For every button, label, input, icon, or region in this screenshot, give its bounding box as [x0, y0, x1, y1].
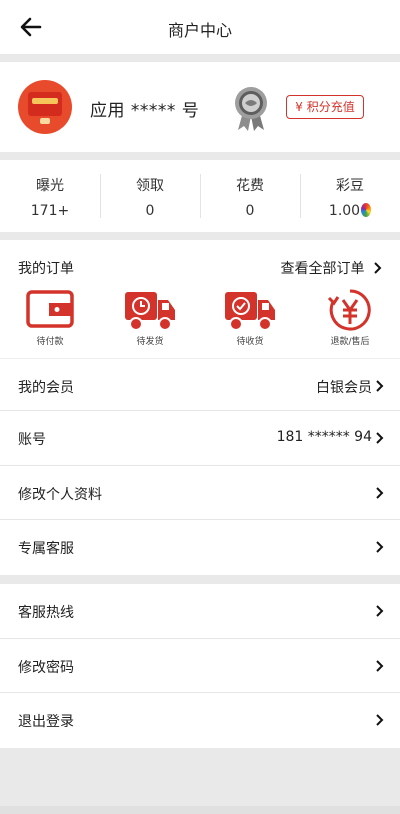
color-bean-icon: [361, 203, 372, 217]
stats-bar: 曝光 171+ 领取 0 花费 0 彩豆 1.00: [0, 160, 400, 232]
order-pending-receipt[interactable]: 待收货: [200, 288, 300, 347]
settings-menu: 客服热线 修改密码 退出登录: [0, 584, 400, 748]
menu-item-dedicated-support[interactable]: 专属客服: [0, 520, 400, 575]
chevron-right-icon: [376, 380, 384, 392]
silver-medal-icon: [235, 87, 267, 131]
chevron-right-icon: [376, 541, 384, 553]
menu-item-edit-profile[interactable]: 修改个人资料: [0, 466, 400, 520]
top-bar: 商户中心: [0, 0, 400, 54]
chevron-right-icon: [376, 659, 384, 672]
account-menu: 我的会员 白银会员 账号 181 ****** 94 修改个人资料 专属客服: [0, 358, 400, 575]
chevron-right-icon: [374, 262, 382, 274]
bottom-bar: [0, 806, 400, 814]
order-refund-aftersale[interactable]: 退款/售后: [300, 288, 400, 347]
orders-title: 我的订单: [18, 261, 74, 277]
profile-card: 应用 ***** 号 ¥ 积分充值: [0, 62, 400, 152]
wallet-icon: [26, 290, 74, 328]
points-recharge-button[interactable]: ¥ 积分充值: [286, 95, 364, 119]
menu-item-change-password[interactable]: 修改密码: [0, 639, 400, 693]
my-orders-section: 我的订单 查看全部订单 待付款 待发货 待收货 退款/售后: [0, 240, 400, 358]
avatar[interactable]: [18, 80, 72, 134]
chevron-right-icon: [376, 714, 384, 726]
menu-item-membership[interactable]: 我的会员 白银会员: [0, 358, 400, 411]
menu-item-support-hotline[interactable]: 客服热线: [0, 584, 400, 639]
refund-icon: [327, 289, 371, 331]
merchant-name: 应用 ***** 号: [90, 101, 200, 121]
truck-check-icon: [225, 292, 275, 331]
chevron-right-icon: [376, 605, 384, 617]
chevron-right-icon: [376, 432, 384, 444]
page-title: 商户中心: [167, 21, 232, 40]
menu-item-logout[interactable]: 退出登录: [0, 693, 400, 748]
order-pending-shipment[interactable]: 待发货: [100, 288, 200, 347]
stat-spent[interactable]: 花费 0: [200, 160, 300, 232]
view-all-orders-link[interactable]: 查看全部订单: [281, 258, 382, 278]
stat-exposure[interactable]: 曝光 171+: [0, 160, 100, 232]
order-pending-payment[interactable]: 待付款: [0, 288, 100, 347]
stat-color-beans[interactable]: 彩豆 1.00: [300, 160, 400, 232]
chevron-right-icon: [376, 486, 384, 499]
menu-item-account[interactable]: 账号 181 ****** 94: [0, 411, 400, 466]
truck-clock-icon: [125, 292, 175, 331]
stat-claimed[interactable]: 领取 0: [100, 160, 200, 232]
